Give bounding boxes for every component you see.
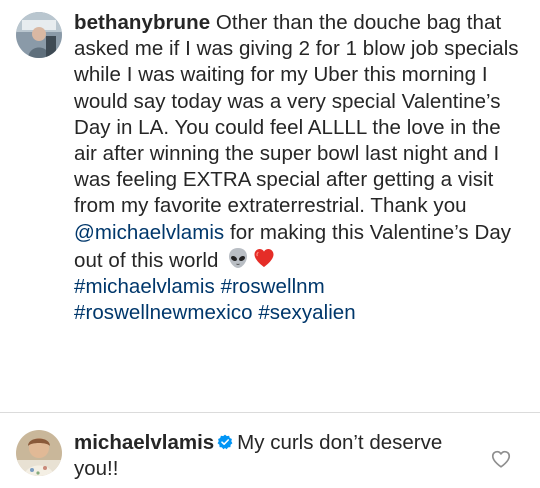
hashtag-link[interactable]: #roswellnm — [221, 275, 325, 298]
alien-emoji — [226, 246, 250, 270]
red-heart-emoji — [252, 246, 276, 270]
comment-username[interactable]: michaelvlamis — [74, 431, 214, 454]
caption-mention[interactable]: @michaelvlamis — [74, 221, 224, 244]
post-caption: bethanybrune Other than the douche bag t… — [0, 0, 540, 412]
verified-badge-icon — [217, 431, 233, 450]
caption-username[interactable]: bethanybrune — [74, 11, 210, 34]
avatar[interactable] — [16, 12, 62, 58]
comment: michaelvlamis My curls don’t deserve you… — [74, 430, 484, 482]
caption-body-part1: Other than the douche bag that asked me … — [74, 11, 519, 218]
avatar[interactable] — [16, 430, 62, 476]
caption-text: bethanybrune Other than the douche bag t… — [74, 10, 528, 326]
hashtag-link[interactable]: #sexyalien — [258, 301, 355, 324]
heart-outline-icon[interactable] — [490, 448, 512, 470]
hashtag-link[interactable]: #michaelvlamis — [74, 275, 215, 298]
divider — [0, 412, 540, 413]
hashtag-link[interactable]: #roswellnewmexico — [74, 301, 253, 324]
